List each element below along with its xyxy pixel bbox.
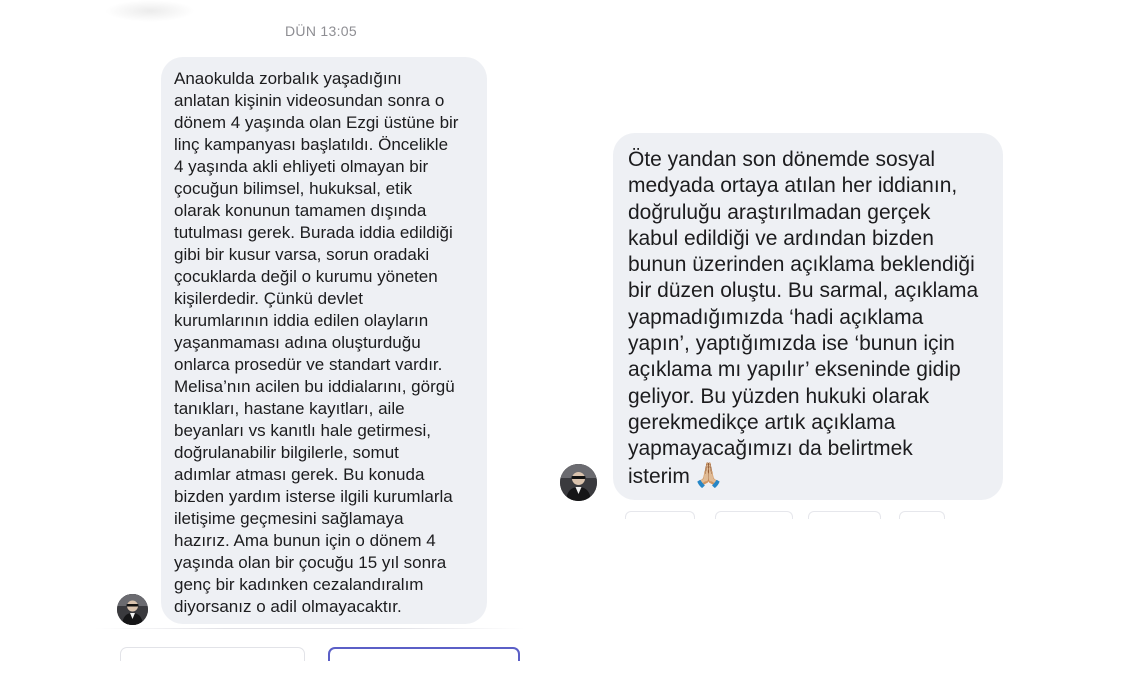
blurred-header-fragment: [105, 0, 195, 22]
avatar-person-icon: [117, 594, 148, 625]
cropped-action-button[interactable]: [328, 647, 520, 661]
cropped-action-button[interactable]: [120, 647, 305, 661]
message-text: Anaokulda zorbalık yaşadığını anlatan ki…: [174, 69, 459, 616]
sender-avatar[interactable]: [560, 464, 597, 501]
received-message-bubble[interactable]: Öte yandan son dönemde sosyal medyada or…: [613, 133, 1003, 500]
message-text: Öte yandan son dönemde sosyal medyada or…: [628, 148, 979, 488]
cropped-reaction-chip[interactable]: [899, 511, 945, 519]
avatar-person-icon: [560, 464, 597, 501]
folded-hands-emoji: 🙏🏼: [693, 461, 724, 489]
cropped-reaction-chip[interactable]: [625, 511, 695, 519]
received-message-bubble[interactable]: Anaokulda zorbalık yaşadığını anlatan ki…: [161, 57, 487, 624]
cropped-reaction-chip[interactable]: [808, 511, 881, 519]
message-timestamp: DÜN 13:05: [285, 23, 357, 39]
cropped-reaction-chip[interactable]: [715, 511, 793, 519]
sender-avatar[interactable]: [117, 594, 148, 625]
divider: [95, 628, 525, 629]
right-chat-panel: Öte yandan son dönemde sosyal medyada or…: [550, 0, 1010, 698]
left-chat-panel: DÜN 13:05 Anaokulda zorbalık yaşadığını …: [95, 0, 525, 698]
